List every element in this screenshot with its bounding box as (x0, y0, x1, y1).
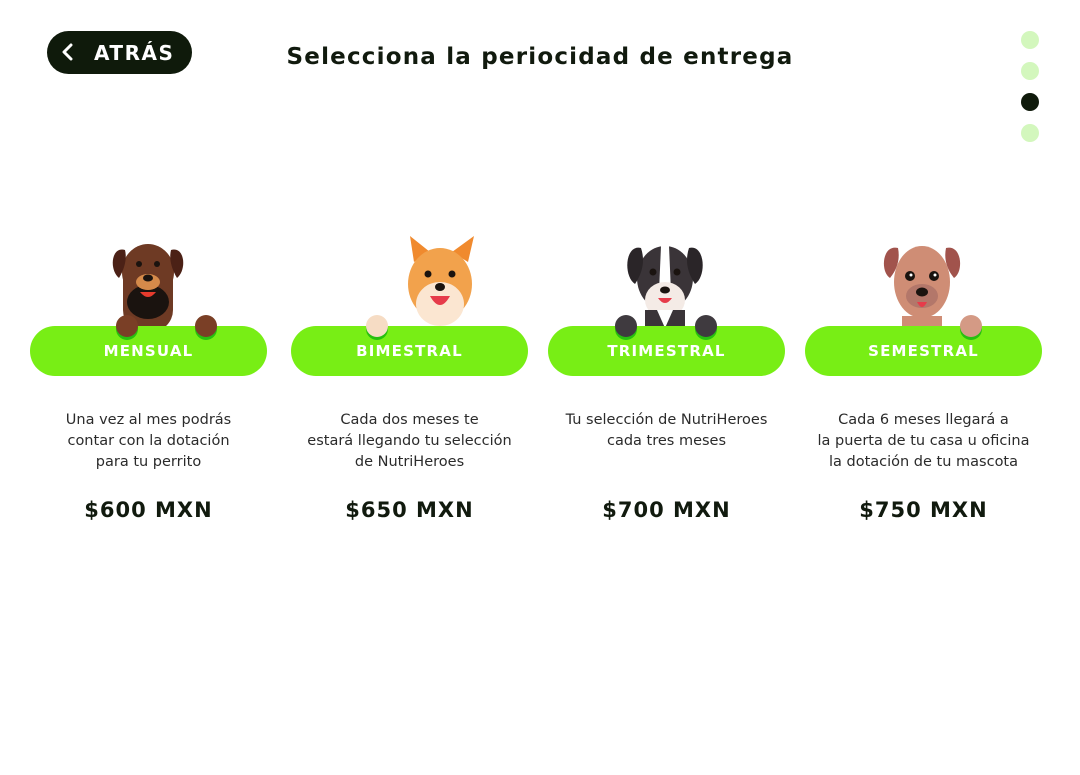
plan-price: $600 MXN (84, 498, 213, 522)
step-dot-4 (1021, 124, 1039, 142)
step-dot-3-active (1021, 93, 1039, 111)
plan-label: MENSUAL (103, 342, 194, 360)
plan-price: $750 MXN (859, 498, 988, 522)
plan-button-semestral[interactable]: SEMESTRAL (805, 326, 1042, 376)
plan-description: Una vez al mes podrás contar con la dota… (65, 412, 232, 470)
plan-label: BIMESTRAL (356, 342, 463, 360)
paw-right (195, 315, 217, 337)
doberman-dog-icon (30, 232, 267, 332)
page-title: Selecciona la periocidad de entrega (286, 44, 794, 70)
plan-description: Cada dos meses te estará llegando tu sel… (307, 412, 512, 470)
paw-right (695, 315, 717, 337)
plan-button-trimestral[interactable]: TRIMESTRAL (548, 326, 785, 376)
plan-price: $650 MXN (345, 498, 474, 522)
shiba-dog-icon (291, 232, 528, 332)
plan-button-bimestral[interactable]: BIMESTRAL (291, 326, 528, 376)
paw-left (615, 315, 637, 337)
paw-right (960, 315, 982, 337)
paw-left (366, 315, 388, 337)
plan-description: Tu selección de NutriHeroes cada tres me… (565, 412, 768, 449)
step-dot-2 (1021, 62, 1039, 80)
brown-puppy-dog-icon (805, 232, 1042, 332)
plan-description: Cada 6 meses llegará a la puerta de tu c… (817, 412, 1030, 470)
paw-left (116, 315, 138, 337)
plan-label: TRIMESTRAL (607, 342, 726, 360)
plan-price: $700 MXN (602, 498, 731, 522)
periodicity-page: ATRÁS Selecciona la periocidad de entreg… (0, 0, 1080, 775)
plan-label: SEMESTRAL (868, 342, 979, 360)
plan-button-mensual[interactable]: MENSUAL (30, 326, 267, 376)
step-dot-1 (1021, 31, 1039, 49)
border-collie-dog-icon (548, 232, 785, 332)
